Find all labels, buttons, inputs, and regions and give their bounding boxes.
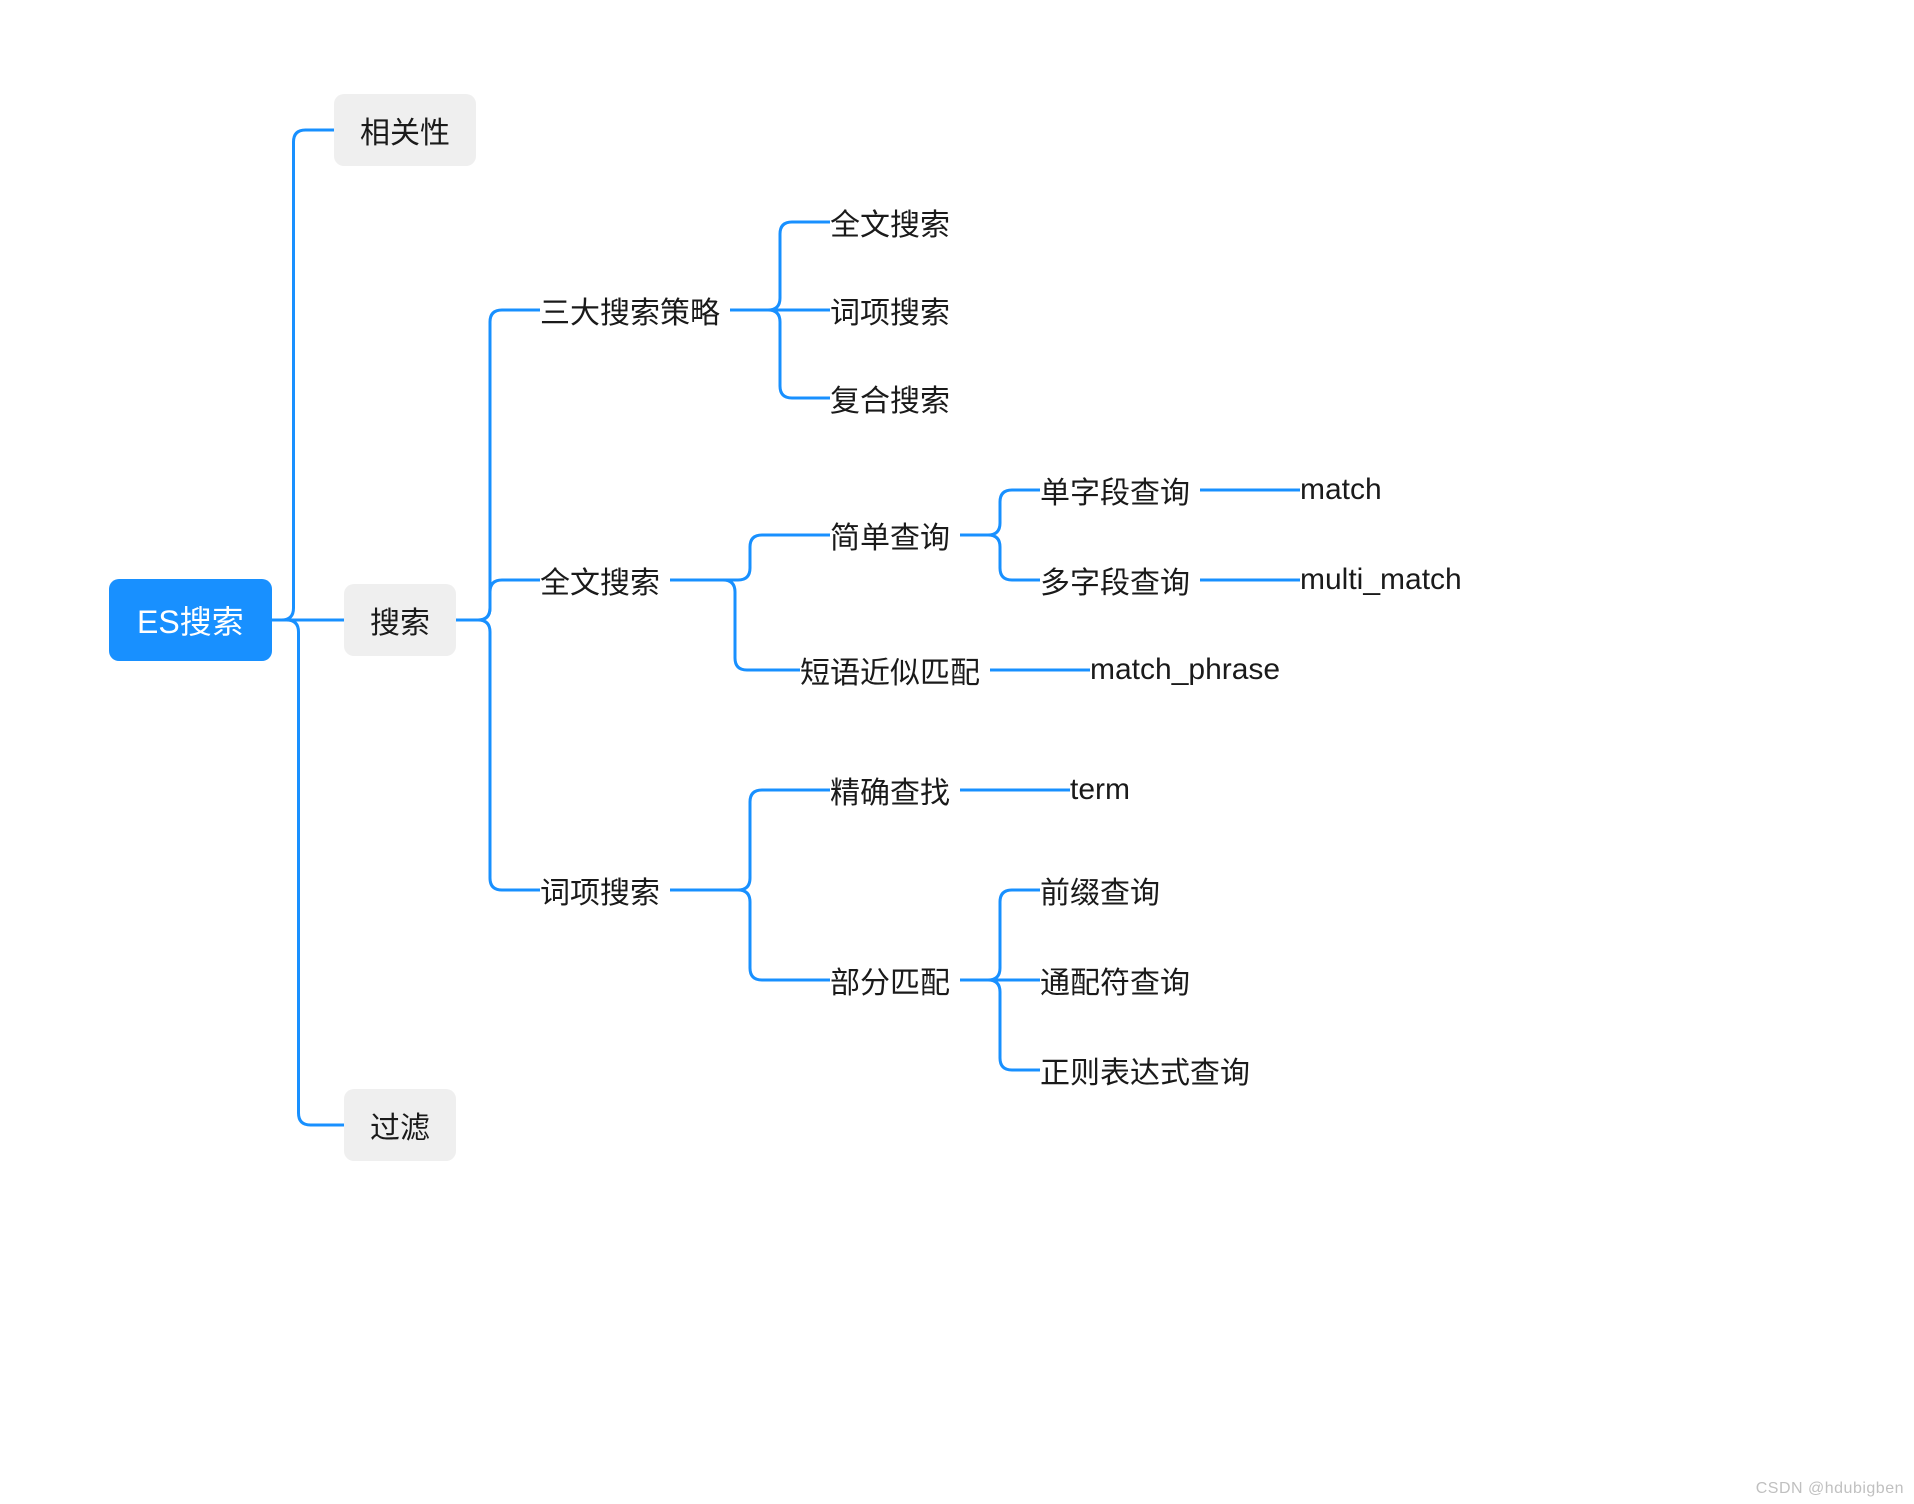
mindmap-node-n_match: match [1300,473,1382,507]
mindmap-node-n_exact: 精确查找 [830,768,950,812]
watermark: CSDN @hdubigben [1756,1480,1904,1498]
mindmap-node-n_phrase: 短语近似匹配 [800,648,980,692]
mindmap-node-n_mphrase: match_phrase [1090,653,1280,687]
mindmap-node-n_s2: 复合搜索 [830,376,950,420]
mindmap-node-n_single: 单字段查询 [1040,468,1190,512]
mindmap-node-n_termq: term [1070,773,1130,807]
mindmap-node-n_simple: 简单查询 [830,513,950,557]
mindmap-node-n_s1: 词项搜索 [830,288,950,332]
mindmap-node-n_term: 词项搜索 [540,868,660,912]
mindmap-node-n_full: 全文搜索 [540,558,660,602]
mindmap-node-n_s0: 全文搜索 [830,200,950,244]
mindmap-node-n_pre: 前缀查询 [1040,868,1160,912]
mindmap-node-n_mmatch: multi_match [1300,563,1462,597]
mindmap-node-n_rel: 相关性 [334,94,476,166]
mindmap-node-root: ES搜索 [109,579,272,661]
mindmap-node-n_regex: 正则表达式查询 [1040,1048,1250,1092]
mindmap-node-n_part: 部分匹配 [830,958,950,1002]
mindmap-node-n_flt: 过滤 [344,1089,456,1161]
mindmap-connectors [0,0,1914,1504]
mindmap-node-n_strat: 三大搜索策略 [540,288,720,332]
mindmap-node-n_wild: 通配符查询 [1040,958,1190,1002]
mindmap-node-n_srch: 搜索 [344,584,456,656]
mindmap-node-n_multi: 多字段查询 [1040,558,1190,602]
